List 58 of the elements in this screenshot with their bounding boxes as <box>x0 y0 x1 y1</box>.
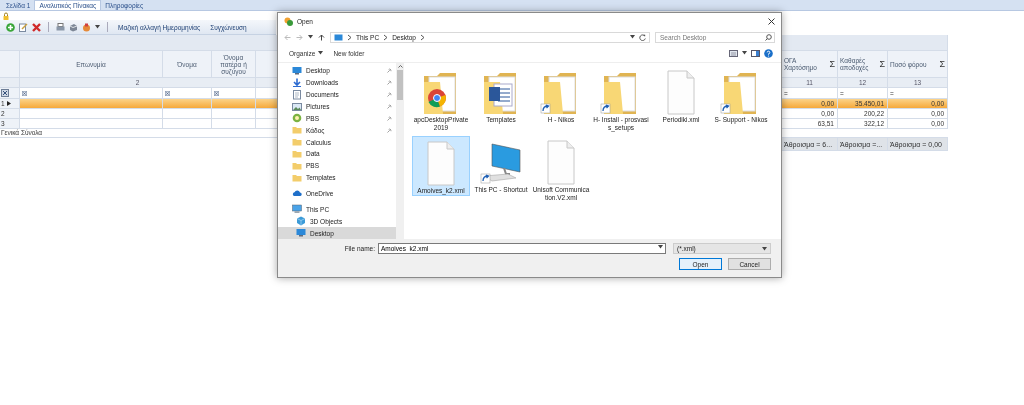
cube-icon <box>296 216 306 227</box>
table-cell <box>163 99 212 109</box>
caret-icon <box>658 245 663 249</box>
app-icon <box>292 113 302 124</box>
pin-icon <box>387 115 392 121</box>
preview-pane-icon[interactable] <box>751 49 760 57</box>
filter-icon[interactable] <box>22 90 27 96</box>
filter-icon[interactable] <box>214 90 219 96</box>
filter-editor-icon[interactable] <box>1 89 9 97</box>
folder-icon <box>292 148 302 159</box>
caret-icon <box>95 25 100 29</box>
back-arrow-icon[interactable] <box>284 33 291 41</box>
chevron-icon <box>420 33 425 41</box>
chevron-icon <box>347 33 352 41</box>
folder-icon <box>292 125 302 136</box>
cloud-icon <box>292 188 302 199</box>
up-arrow-icon[interactable] <box>318 33 325 41</box>
table-cell <box>163 109 212 119</box>
delete-icon[interactable] <box>32 22 41 32</box>
document-icon <box>292 89 302 100</box>
computer-icon <box>334 33 343 41</box>
pin-icon <box>387 127 392 133</box>
scrollbar-thumb[interactable] <box>397 70 403 100</box>
close-icon[interactable] <box>768 18 775 25</box>
sum-icon: Σ <box>829 59 835 69</box>
pin-icon <box>387 92 392 98</box>
table-cell <box>163 119 212 129</box>
search-icon <box>765 33 772 41</box>
add-icon[interactable] <box>6 22 15 32</box>
view-options-icon[interactable] <box>729 49 738 57</box>
pin-icon <box>387 104 392 109</box>
desktop-icon <box>296 228 306 238</box>
caret-icon <box>308 35 313 39</box>
pin-icon <box>387 68 392 74</box>
caret-icon <box>630 35 635 39</box>
sum-icon: Σ <box>879 59 885 69</box>
download-icon <box>292 77 302 88</box>
desktop-icon <box>292 65 302 76</box>
caret-icon <box>762 246 767 251</box>
filter-icon[interactable] <box>165 90 170 96</box>
refresh-icon[interactable] <box>639 33 646 41</box>
forward-arrow-icon[interactable] <box>296 33 303 41</box>
folder-icon <box>292 160 302 171</box>
sum-icon: Σ <box>939 59 945 69</box>
scrollbar[interactable] <box>396 63 404 239</box>
folder-icon <box>292 172 302 183</box>
row-pointer-icon <box>6 101 11 106</box>
scroll-up-icon <box>397 65 403 68</box>
computer-icon <box>292 204 302 215</box>
picture-icon <box>292 101 302 112</box>
print-icon[interactable] <box>56 22 65 32</box>
pin-icon <box>387 80 392 86</box>
folder-icon <box>292 137 302 148</box>
help-icon[interactable] <box>764 48 773 58</box>
app-icon <box>284 17 293 26</box>
edit-icon[interactable] <box>19 22 28 32</box>
chevron-icon <box>383 33 389 41</box>
padlock-icon <box>3 11 9 20</box>
